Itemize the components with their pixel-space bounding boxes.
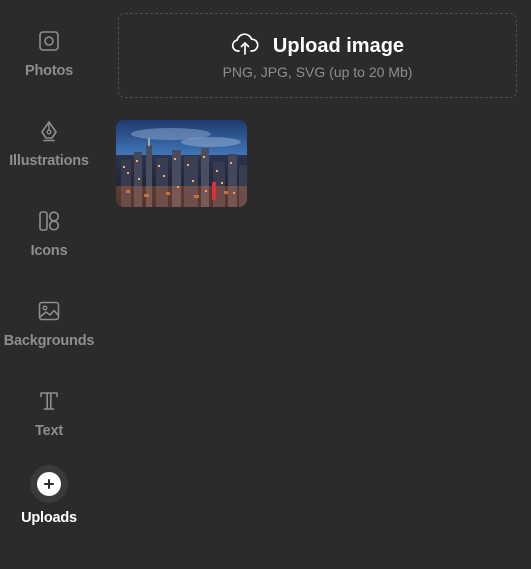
sidebar-item-label: Photos: [25, 63, 73, 79]
sidebar-item-icons[interactable]: Icons: [0, 188, 98, 260]
uploads-badge: [29, 464, 69, 504]
sidebar-item-label: Text: [35, 423, 63, 439]
photo-icon: [29, 21, 69, 61]
uploads-panel: Photos Illustrations Icons Backgrounds T…: [0, 0, 531, 569]
sidebar-item-backgrounds[interactable]: Backgrounds: [0, 278, 98, 350]
sidebar-item-photos[interactable]: Photos: [0, 8, 98, 80]
plus-icon: [37, 472, 61, 496]
upload-title: Upload image: [272, 35, 405, 57]
city-skyline-thumbnail: [116, 120, 247, 207]
cloud-upload-icon: [231, 32, 259, 61]
sidebar-item-illustrations[interactable]: Illustrations: [0, 98, 98, 170]
shapes-icon: [29, 201, 69, 241]
upload-dropzone[interactable]: Upload image PNG, JPG, SVG (up to 20 Mb): [118, 13, 517, 98]
sidebar-item-label: Icons: [30, 243, 68, 259]
upload-title-row: Upload image: [119, 32, 516, 61]
uploaded-image-thumbnail[interactable]: [116, 120, 247, 207]
pen-nib-icon: [29, 111, 69, 151]
sidebar: Photos Illustrations Icons Backgrounds T…: [0, 0, 98, 569]
text-t-icon: [29, 381, 69, 421]
sidebar-item-uploads[interactable]: Uploads: [0, 458, 98, 530]
sidebar-item-label: Uploads: [21, 510, 77, 526]
sidebar-item-text[interactable]: Text: [0, 368, 98, 440]
sidebar-item-label: Illustrations: [9, 153, 89, 169]
image-icon: [29, 291, 69, 331]
sidebar-item-label: Backgrounds: [3, 333, 95, 349]
upload-subtitle: PNG, JPG, SVG (up to 20 Mb): [222, 64, 413, 80]
